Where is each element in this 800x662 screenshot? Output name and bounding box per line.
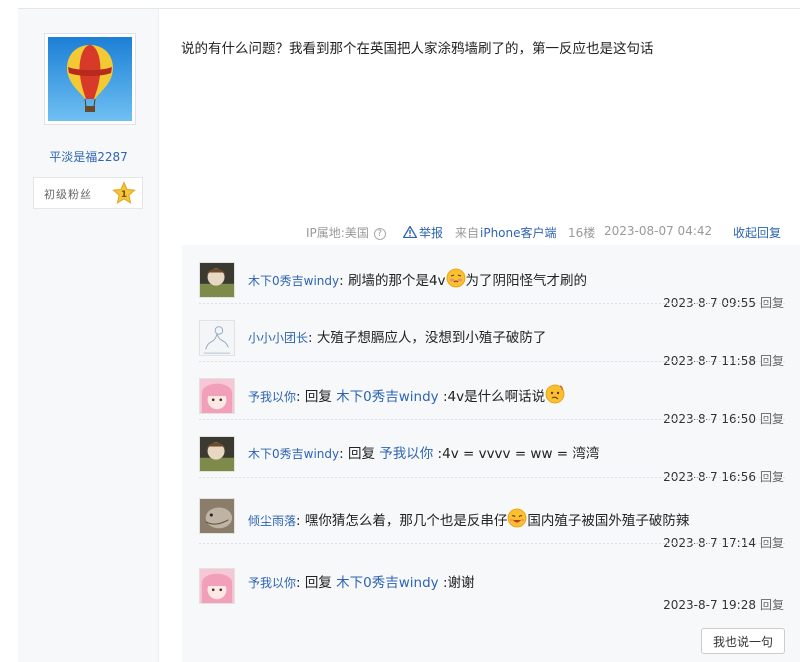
star-level-icon: 1 xyxy=(112,181,136,204)
user-avatar[interactable] xyxy=(199,320,235,356)
reply-text: :4v = vvvv = ww = 湾湾 xyxy=(433,446,600,462)
reply-text-continued: 国内殖子被国外殖子破防辣 xyxy=(527,513,690,529)
smirk-face-emoji xyxy=(507,508,527,528)
hot-air-balloon-avatar-image xyxy=(48,37,132,121)
client-source-link[interactable]: iPhone客户端 xyxy=(480,224,557,240)
add-comment-button[interactable]: 我也说一句 xyxy=(701,628,785,654)
confused-face-emoji xyxy=(545,384,565,404)
author-sidebar: 平淡是福2287 初级粉丝 1 xyxy=(18,9,159,662)
reply-prefix: 回复 xyxy=(300,575,337,591)
reply-content: 木下0秀吉windy: 刷墙的那个是4v 为了阴阳怪气才刷的 xyxy=(248,268,587,289)
reply-item: 倾尘雨落: 嘿你猜怎么着，那几个也是反串仔 国内殖子被国外殖子破防辣 2023-8… xyxy=(182,477,800,550)
user-avatar[interactable] xyxy=(199,498,235,534)
fan-level-number: 1 xyxy=(121,190,127,200)
reply-item: 小小小团长: 大殖子想膈应人，没想到小殖子破防了 2023-8-7 11:58 回… xyxy=(182,303,800,368)
reply-username[interactable]: 予我以你 xyxy=(248,390,296,404)
reply-item: 木下0秀吉windy: 回复 予我以你 :4v = vvvv = ww = 湾湾… xyxy=(182,419,800,484)
reply-item: 予我以你: 回复 木下0秀吉windy :谢谢 2023-8-7 19:28 回复 xyxy=(182,543,800,612)
reply-text: :谢谢 xyxy=(438,575,475,591)
reply-target-user[interactable]: 木下0秀吉windy xyxy=(336,389,439,405)
reply-target-user[interactable]: 予我以你 xyxy=(379,446,433,462)
reply-time: 2023-8-7 19:28 xyxy=(663,598,756,612)
reply-text: 嘿你猜怎么着，那几个也是反串仔 xyxy=(300,513,508,529)
reply-content: 木下0秀吉windy: 回复 予我以你 :4v = vvvv = ww = 湾湾 xyxy=(248,442,599,462)
reply-username[interactable]: 予我以你 xyxy=(248,576,296,590)
reply-username[interactable]: 倾尘雨落 xyxy=(248,514,296,528)
reply-divider xyxy=(199,419,786,420)
user-avatar[interactable] xyxy=(199,262,235,298)
fan-level-label: 初级粉丝 xyxy=(44,188,92,201)
reply-divider xyxy=(199,543,786,544)
help-icon[interactable]: ? xyxy=(373,228,386,240)
reply-divider xyxy=(199,361,786,362)
reply-username[interactable]: 木下0秀吉windy xyxy=(248,447,339,461)
author-name[interactable]: 平淡是福2287 xyxy=(18,148,159,165)
reply-item: 予我以你: 回复 木下0秀吉windy :4v是什么啊话说 2023-8-7 1… xyxy=(182,361,800,426)
reply-prefix: 回复 xyxy=(300,389,337,405)
reply-text: 刷墙的那个是4v xyxy=(343,273,446,289)
reply-content: 倾尘雨落: 嘿你猜怎么着，那几个也是反串仔 国内殖子被国外殖子破防辣 xyxy=(248,508,689,529)
post-content: 说的有什么问题？我看到那个在英国把人家涂鸦墙刷了的，第一反应也是这句话 xyxy=(181,41,654,57)
reply-divider xyxy=(199,303,786,304)
reply-content: 小小小团长: 大殖子想膈应人，没想到小殖子破防了 xyxy=(248,326,546,346)
reply-prefix: 回复 xyxy=(343,446,380,462)
reply-item: 木下0秀吉windy: 刷墙的那个是4v 为了阴阳怪气才刷的 2023-8-7 0… xyxy=(182,245,800,310)
reply-username[interactable]: 小小小团长 xyxy=(248,331,308,345)
reply-content: 予我以你: 回复 木下0秀吉windy :4v是什么啊话说 xyxy=(248,384,565,405)
reply-footer: 2023-8-7 19:28 回复 xyxy=(663,596,784,613)
reply-text-continued: 为了阴阳怪气才刷的 xyxy=(465,273,588,289)
report-label: 举报 xyxy=(419,226,444,240)
reply-text: :4v是什么啊话说 xyxy=(438,389,546,405)
reply-text: 大殖子想膈应人，没想到小殖子破防了 xyxy=(312,330,547,346)
reply-button[interactable]: 回复 xyxy=(760,598,784,612)
source-prefix: 来自 xyxy=(455,226,480,240)
reply-divider xyxy=(199,477,786,478)
author-avatar[interactable] xyxy=(44,33,136,125)
reply-username[interactable]: 木下0秀吉windy xyxy=(248,274,339,288)
report-link[interactable]: 举报 xyxy=(403,224,443,240)
ip-location-label: IP属地:美国 xyxy=(306,226,369,240)
user-avatar[interactable] xyxy=(199,436,235,472)
collapse-replies-button[interactable]: 收起回复 xyxy=(733,224,781,240)
floor-number: 16楼 xyxy=(568,226,596,240)
reply-content: 予我以你: 回复 木下0秀吉windy :谢谢 xyxy=(248,571,475,591)
fan-level-badge: 初级粉丝 1 xyxy=(33,177,143,209)
reply-list: 木下0秀吉windy: 刷墙的那个是4v 为了阴阳怪气才刷的 2023-8-7 0… xyxy=(182,245,800,662)
ip-location: IP属地:美国 ? xyxy=(306,224,386,240)
shy-face-emoji xyxy=(446,268,465,288)
post-datetime: 2023-08-07 04:42 xyxy=(604,224,713,238)
warning-icon xyxy=(403,226,417,238)
user-avatar[interactable] xyxy=(199,568,235,604)
reply-target-user[interactable]: 木下0秀吉windy xyxy=(336,575,439,591)
user-avatar[interactable] xyxy=(199,378,235,414)
